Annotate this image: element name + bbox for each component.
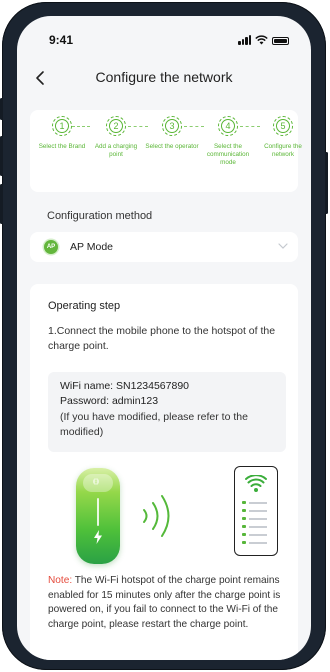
status-time: 9:41 (49, 33, 74, 47)
configuration-method-label: Configuration method (47, 210, 153, 222)
note-text: The Wi-Fi hotspot of the charge point re… (48, 575, 281, 630)
wifi-credentials: WiFi name: SN1234567890 Password: admin1… (48, 372, 286, 452)
step-label: Select the Brand (38, 143, 86, 150)
operating-step-text: 1.Connect the mobile phone to the hotspo… (48, 325, 276, 352)
power-button (325, 152, 328, 214)
wifi-icon (245, 475, 267, 492)
operating-step-card: Operating step 1.Connect the mobile phon… (30, 284, 298, 660)
status-bar: 9:41 (17, 16, 311, 56)
step-indicator: 5 (273, 116, 293, 136)
step-label: Select the communication mode (206, 143, 250, 166)
status-icons (238, 33, 289, 45)
volume-up-button (0, 136, 3, 176)
step-number: 4 (221, 119, 235, 133)
step-label: Select the operator (145, 143, 199, 150)
operating-step-title: Operating step (48, 300, 121, 312)
selected-method: AP Mode (70, 241, 113, 253)
battery-icon (272, 37, 289, 45)
step-5: 5 Configure the network (255, 116, 311, 159)
password-value: admin123 (111, 395, 159, 407)
charger-wifi-icon: ((·)) (93, 479, 99, 485)
step-3: 3 Select the operator (144, 116, 200, 151)
step-label: Add a charging point (94, 143, 138, 158)
volume-down-button (0, 184, 3, 224)
step-number: 1 (55, 119, 69, 133)
wifi-name-value: SN1234567890 (116, 380, 189, 392)
chevron-down-icon (278, 243, 288, 249)
ap-mode-icon: AP (44, 240, 58, 254)
signal-icon (238, 35, 251, 45)
password-row: Password: admin123 (60, 395, 158, 407)
phone-wifi-illustration (234, 466, 278, 556)
step-label: Configure the network (264, 143, 302, 158)
steps-progress: 1 Select the Brand 2 Add a charging poin… (30, 110, 302, 192)
step-indicator: 2 (106, 116, 126, 136)
step-indicator: 4 (218, 116, 238, 136)
password-label: Password: (60, 395, 110, 407)
phone-frame: 9:41 Configure the network 1 Select the … (0, 2, 328, 670)
step-number: 5 (276, 119, 290, 133)
page-title: Configure the network (95, 69, 233, 85)
wireless-waves-icon (143, 495, 170, 537)
step-4: 4 Select the communication mode (200, 116, 256, 167)
charging-bolt-icon (94, 530, 102, 544)
step-number: 2 (109, 119, 123, 133)
mute-switch (0, 98, 3, 120)
step-indicator: 3 (162, 116, 182, 136)
note-label: Note: (48, 575, 73, 586)
step-indicator: 1 (52, 116, 72, 136)
step-number: 3 (165, 119, 179, 133)
step-2: 2 Add a charging point (88, 116, 144, 159)
wifi-name-label: WiFi name: (60, 380, 114, 392)
wifi-icon (255, 35, 268, 45)
nav-bar: Configure the network (17, 66, 311, 90)
configuration-method-select[interactable]: AP AP Mode (30, 232, 298, 262)
wifi-hotspot-note: Note: The Wi-Fi hotspot of the charge po… (48, 574, 288, 632)
screen: 9:41 Configure the network 1 Select the … (17, 16, 311, 660)
step-1: 1 Select the Brand (34, 116, 90, 151)
charger-illustration: ((·)) (76, 468, 120, 564)
wifi-name-row: WiFi name: SN1234567890 (60, 380, 189, 392)
modified-note: (If you have modified, please refer to t… (60, 411, 248, 438)
